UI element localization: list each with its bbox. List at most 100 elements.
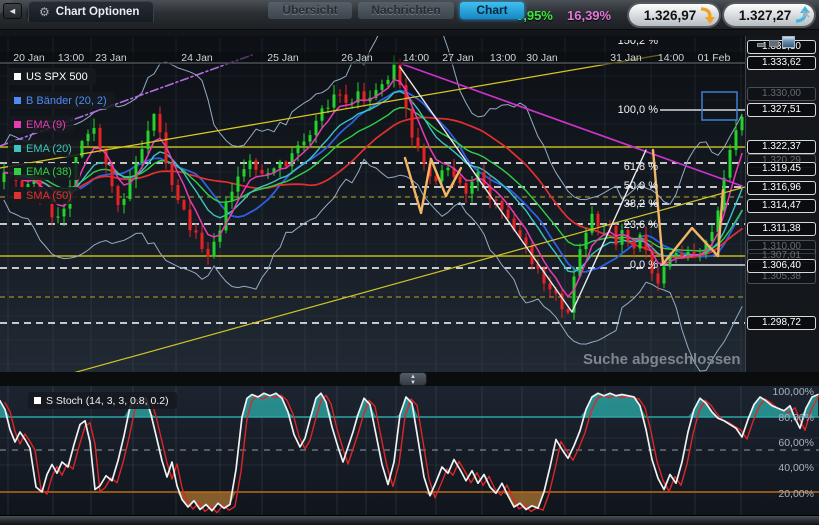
time-tick-label: 27 Jan xyxy=(442,52,474,64)
price-label: 1.327,51 xyxy=(747,103,816,117)
time-axis: 20 Jan13:0023 Jan24 Jan25 Jan26 Jan14:00… xyxy=(0,52,745,65)
candle-body xyxy=(423,148,426,163)
stoch-axis-label: 80,00% xyxy=(752,412,814,424)
legend-bullet xyxy=(14,145,21,152)
candle-body xyxy=(57,216,60,217)
stoch-axis-label: 40,00% xyxy=(752,462,814,474)
stochastic-legend-chip[interactable]: S Stoch (14, 3, 3, 0.8, 0.2) xyxy=(28,392,177,409)
legend-chip[interactable]: B Bänder (20, 2) xyxy=(8,92,115,109)
time-tick-label: 14:00 xyxy=(658,52,684,64)
candle-body xyxy=(693,252,696,254)
time-tick-label: 14:00 xyxy=(403,52,429,64)
candle-body xyxy=(177,185,180,200)
panel-divider: ▲ ▼ xyxy=(0,372,819,386)
candle-body xyxy=(303,142,306,146)
price-label: 1.330,00 xyxy=(747,87,816,101)
legend-chip[interactable]: EMA (20) xyxy=(8,140,80,157)
candle-body xyxy=(147,131,150,149)
tab-chart[interactable]: Chart xyxy=(460,2,524,19)
candle-body xyxy=(243,169,246,176)
candle-body xyxy=(255,161,258,170)
fib-level-label: 100,0 % xyxy=(588,104,658,116)
tab-uebersicht[interactable]: Übersicht xyxy=(268,2,352,19)
candle-body xyxy=(735,130,738,150)
legend-label: EMA (9) xyxy=(26,119,66,131)
legend-chip[interactable]: EMA (9) xyxy=(8,116,74,133)
legend-label: EMA (38) xyxy=(26,166,72,178)
collapse-panel-icon[interactable]: ◄ xyxy=(3,3,22,19)
candle-body xyxy=(297,145,300,153)
legend-bullet xyxy=(14,73,21,80)
candle-body xyxy=(381,84,384,90)
selection-box xyxy=(702,92,737,120)
fib-level-label: 38,2 % xyxy=(588,198,658,210)
price-label: 1.306,40 xyxy=(747,259,816,273)
candle-body xyxy=(207,249,210,257)
candle-body xyxy=(231,192,234,202)
legend-bullet xyxy=(14,168,21,175)
price-label: 1.333,62 xyxy=(747,56,816,70)
candle-body xyxy=(681,253,684,256)
candle-body xyxy=(309,135,312,142)
legend-chip[interactable]: EMA (38) xyxy=(8,163,80,180)
candle-body xyxy=(141,149,144,163)
candle-body xyxy=(633,241,636,249)
price-label: 1.319,45 xyxy=(747,162,816,176)
legend-label: EMA (20) xyxy=(26,143,72,155)
candle-body xyxy=(393,62,396,80)
candle-body xyxy=(447,168,450,170)
chart-minimize-icon[interactable] xyxy=(757,43,765,47)
candle-body xyxy=(465,183,468,193)
stoch-axis-label: 100,00% xyxy=(752,386,814,398)
candle-body xyxy=(501,201,504,210)
candle-body xyxy=(639,235,642,249)
candle-body xyxy=(441,170,444,181)
chart-restore-icon[interactable] xyxy=(769,40,779,47)
candle-body xyxy=(411,109,414,138)
close-icon[interactable]: × xyxy=(797,6,815,24)
legend-label: US SPX 500 xyxy=(26,71,88,83)
candle-body xyxy=(159,114,162,132)
candle-body xyxy=(279,162,282,169)
tab-nachrichten[interactable]: Nachrichten xyxy=(358,2,454,19)
candle-body xyxy=(99,128,102,149)
price-label: 1.314,47 xyxy=(747,199,816,213)
candle-body xyxy=(93,128,96,134)
sell-button[interactable]: 1.326,97 xyxy=(629,4,719,26)
candle-body xyxy=(249,161,252,170)
candle-body xyxy=(153,114,156,131)
sell-price: 1.326,97 xyxy=(641,8,699,23)
time-tick-label: 13:00 xyxy=(490,52,516,64)
chart-options-tab[interactable]: ⚙ Chart Optionen xyxy=(28,1,154,22)
candle-body xyxy=(657,274,660,284)
candle-body xyxy=(315,121,318,135)
candle-body xyxy=(417,138,420,148)
candle-body xyxy=(495,200,498,201)
candle-body xyxy=(471,182,474,194)
price-label: 1.311,38 xyxy=(747,222,816,236)
candle-body xyxy=(675,253,678,256)
candle-body xyxy=(321,108,324,120)
legend-chip[interactable]: US SPX 500 xyxy=(8,68,96,85)
price-label: 1.298,72 xyxy=(747,316,816,330)
status-message: Suche abgeschlossen xyxy=(583,351,783,368)
candle-body xyxy=(663,267,666,284)
candle-body xyxy=(711,232,714,241)
candle-body xyxy=(345,94,348,102)
time-tick-label: 23 Jan xyxy=(95,52,127,64)
chart-maximize-icon[interactable] xyxy=(782,36,795,48)
candle-body xyxy=(285,162,288,167)
time-tick-label: 01 Feb xyxy=(698,52,731,64)
time-tick-label: 13:00 xyxy=(58,52,84,64)
candle-body xyxy=(483,172,486,185)
candle-body xyxy=(327,108,330,109)
candle-body xyxy=(387,80,390,84)
fib-level-label: 61,8 % xyxy=(588,161,658,173)
trendline-2 xyxy=(55,187,745,375)
divider-resize-button[interactable]: ▲ ▼ xyxy=(399,372,427,386)
bottom-collapsed-bar xyxy=(0,515,819,525)
candle-body xyxy=(507,210,510,219)
legend-chip[interactable]: SMA (50) xyxy=(8,187,80,204)
legend-label: SMA (50) xyxy=(26,190,72,202)
time-tick-label: 30 Jan xyxy=(526,52,558,64)
